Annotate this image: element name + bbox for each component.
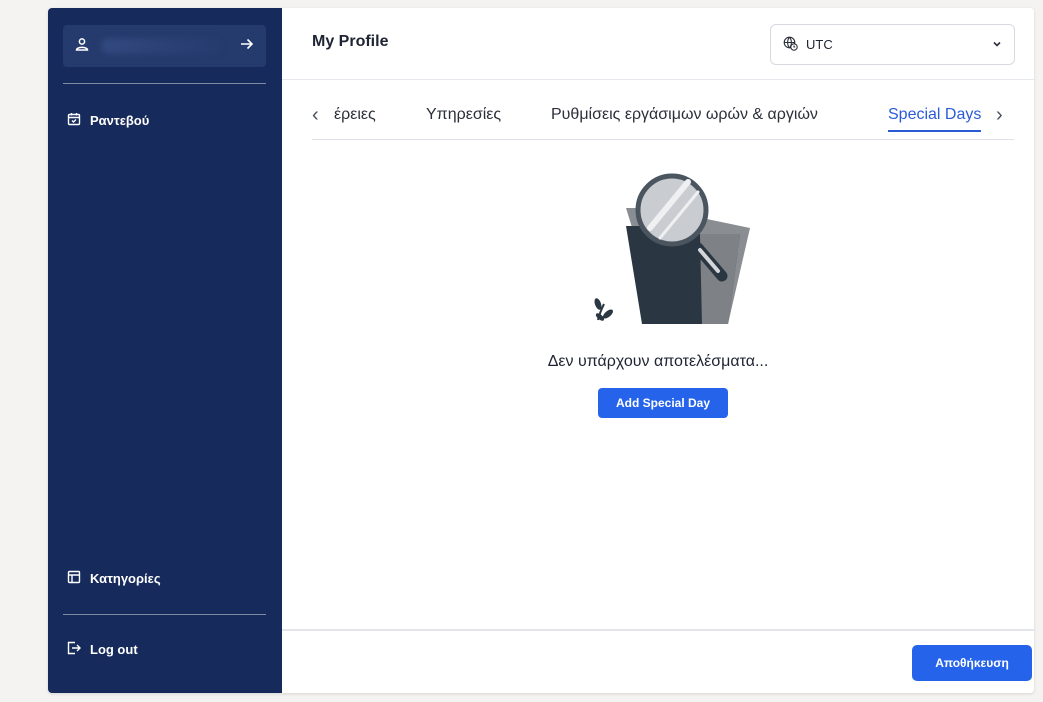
tab-services[interactable]: Υπηρεσίες: [426, 100, 501, 140]
folder-magnifier-illustration: [594, 173, 750, 324]
sidebar-item-label: Ραντεβού: [90, 112, 150, 128]
chevron-down-icon: [992, 37, 1002, 52]
tab-scroll-left[interactable]: ‹: [312, 100, 319, 140]
footer-bar: Αποθήκευση: [282, 629, 1034, 693]
layout-icon: [67, 570, 81, 587]
sidebar-item-label: Κατηγορίες: [90, 570, 161, 586]
add-special-day-button[interactable]: Add Special Day: [598, 388, 728, 418]
tab-bar: ‹ έρειες Υπηρεσίες Ρυθμίσεις εργάσιμων ω…: [312, 100, 1014, 140]
globe-clock-icon: [783, 36, 798, 54]
sidebar-item-categories[interactable]: Κατηγορίες: [63, 561, 266, 595]
header: My Profile UTC: [282, 8, 1034, 80]
sidebar-divider: [63, 83, 266, 84]
save-button[interactable]: Αποθήκευση: [912, 645, 1032, 681]
tab-partial-prev[interactable]: έρειες: [334, 100, 376, 140]
app-window: Ραντεβού Κατηγορίες Log out My Profile U…: [48, 8, 1034, 693]
empty-state-message: Δεν υπάρχουν αποτελέσματα...: [547, 353, 769, 370]
tab-working-hours[interactable]: Ρυθμίσεις εργάσιμων ωρών & αργιών: [551, 100, 818, 140]
timezone-select[interactable]: UTC: [770, 24, 1015, 65]
main-content: My Profile UTC ‹ έρειες Υπηρεσίες Ρυθμίσ…: [282, 8, 1034, 693]
logout-button[interactable]: Log out: [63, 632, 266, 666]
arrow-right-icon[interactable]: [240, 37, 254, 56]
tab-special-days[interactable]: Special Days: [888, 100, 982, 140]
user-icon: [75, 37, 89, 56]
blurred-username: [101, 38, 221, 54]
logout-label: Log out: [90, 641, 138, 657]
sidebar-item-appointments[interactable]: Ραντεβού: [63, 103, 266, 137]
user-card[interactable]: [63, 25, 266, 67]
logout-icon: [67, 641, 81, 658]
calendar-icon: [67, 112, 81, 129]
sidebar-divider: [63, 614, 266, 615]
tab-scroll-right[interactable]: ›: [996, 100, 1003, 140]
timezone-value: UTC: [806, 37, 833, 52]
sidebar: Ραντεβού Κατηγορίες Log out: [48, 8, 282, 693]
page-title: My Profile: [312, 33, 389, 50]
